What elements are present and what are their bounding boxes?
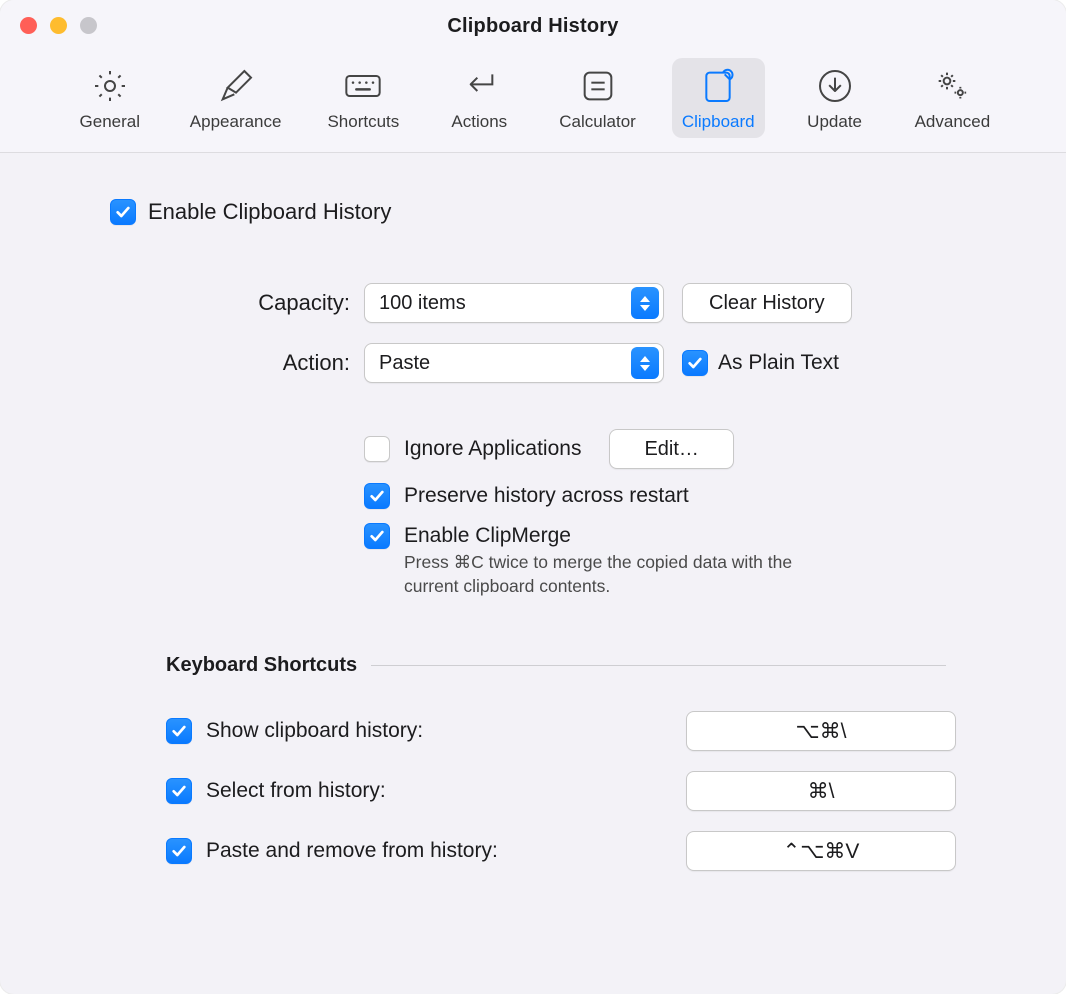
- tab-general[interactable]: General: [66, 58, 154, 138]
- zoom-button[interactable]: [80, 17, 97, 34]
- settings-form: Capacity: 100 items Clear History Action…: [110, 283, 956, 383]
- titlebar: Clipboard History: [0, 0, 1066, 52]
- clear-history-button[interactable]: Clear History: [682, 283, 852, 323]
- action-select[interactable]: Paste: [364, 343, 664, 383]
- keyboard-shortcuts-header: Keyboard Shortcuts: [166, 654, 956, 677]
- shortcut-value: ⌘\: [808, 779, 835, 804]
- preserve-checkbox[interactable]: [364, 483, 390, 509]
- tab-calculator[interactable]: Calculator: [549, 58, 646, 138]
- tab-label: Shortcuts: [327, 112, 399, 132]
- shortcut-show-history: Show clipboard history: ⌥⌘\: [166, 711, 956, 751]
- action-controls: Paste As Plain Text: [364, 343, 956, 383]
- action-value: Paste: [379, 352, 631, 375]
- shortcut-field[interactable]: ⌃⌥⌘V: [686, 831, 956, 871]
- minimize-button[interactable]: [50, 17, 67, 34]
- keyboard-shortcuts-title: Keyboard Shortcuts: [166, 654, 357, 677]
- paintbrush-icon: [214, 66, 258, 106]
- ignore-apps-row: Ignore Applications Edit…: [364, 429, 956, 469]
- shortcut-field[interactable]: ⌥⌘\: [686, 711, 956, 751]
- enable-clipboard-label: Enable Clipboard History: [148, 199, 391, 225]
- clipboard-icon: [696, 66, 740, 106]
- download-icon: [813, 66, 857, 106]
- shortcut-value: ⌃⌥⌘V: [783, 839, 860, 864]
- clipmerge-row: Enable ClipMerge: [364, 523, 956, 549]
- toolbar: General Appearance Shortcuts Actions Cal: [0, 52, 1066, 153]
- capacity-value: 100 items: [379, 292, 631, 315]
- ignore-apps-checkbox[interactable]: [364, 436, 390, 462]
- tab-clipboard[interactable]: Clipboard: [672, 58, 765, 138]
- plain-text-row: As Plain Text: [682, 350, 839, 376]
- tab-advanced[interactable]: Advanced: [905, 58, 1001, 138]
- shortcut-label: Select from history:: [206, 779, 672, 803]
- tab-label: General: [80, 112, 140, 132]
- shortcut-value: ⌥⌘\: [795, 719, 846, 744]
- ignore-apps-label: Ignore Applications: [404, 437, 581, 461]
- gears-icon: [930, 66, 974, 106]
- capacity-label: Capacity:: [150, 290, 350, 316]
- preferences-window: Clipboard History General Appearance Sho…: [0, 0, 1066, 994]
- tab-label: Actions: [451, 112, 507, 132]
- additional-options: Ignore Applications Edit… Preserve histo…: [364, 429, 956, 598]
- equals-icon: [576, 66, 620, 106]
- tab-label: Appearance: [190, 112, 282, 132]
- chevron-up-down-icon: [631, 287, 659, 319]
- shortcut-label: Show clipboard history:: [206, 719, 672, 743]
- plain-text-label: As Plain Text: [718, 351, 839, 375]
- tab-update[interactable]: Update: [791, 58, 879, 138]
- edit-apps-button[interactable]: Edit…: [609, 429, 733, 469]
- plain-text-checkbox[interactable]: [682, 350, 708, 376]
- window-controls: [20, 17, 97, 34]
- capacity-select[interactable]: 100 items: [364, 283, 664, 323]
- keyboard-icon: [341, 66, 385, 106]
- shortcut-select-history: Select from history: ⌘\: [166, 771, 956, 811]
- shortcut-checkbox[interactable]: [166, 718, 192, 744]
- action-label: Action:: [150, 350, 350, 376]
- tab-label: Advanced: [915, 112, 991, 132]
- gear-icon: [88, 66, 132, 106]
- shortcut-paste-remove: Paste and remove from history: ⌃⌥⌘V: [166, 831, 956, 871]
- tab-appearance[interactable]: Appearance: [180, 58, 292, 138]
- clipmerge-label: Enable ClipMerge: [404, 524, 571, 548]
- window-title: Clipboard History: [447, 15, 618, 38]
- shortcut-checkbox[interactable]: [166, 838, 192, 864]
- tab-label: Calculator: [559, 112, 636, 132]
- clipmerge-description: Press ⌘C twice to merge the copied data …: [404, 551, 824, 598]
- tab-label: Clipboard: [682, 112, 755, 132]
- enable-clipboard-checkbox[interactable]: [110, 199, 136, 225]
- keyboard-shortcuts-list: Show clipboard history: ⌥⌘\ Select from …: [166, 711, 956, 871]
- divider: [371, 665, 946, 666]
- chevron-up-down-icon: [631, 347, 659, 379]
- tab-label: Update: [807, 112, 862, 132]
- enable-clipboard-row: Enable Clipboard History: [110, 199, 956, 225]
- return-icon: [457, 66, 501, 106]
- shortcut-field[interactable]: ⌘\: [686, 771, 956, 811]
- shortcut-label: Paste and remove from history:: [206, 839, 672, 863]
- close-button[interactable]: [20, 17, 37, 34]
- clipmerge-checkbox[interactable]: [364, 523, 390, 549]
- capacity-controls: 100 items Clear History: [364, 283, 956, 323]
- tab-actions[interactable]: Actions: [435, 58, 523, 138]
- preserve-label: Preserve history across restart: [404, 484, 689, 508]
- preserve-row: Preserve history across restart: [364, 483, 956, 509]
- tab-shortcuts[interactable]: Shortcuts: [317, 58, 409, 138]
- shortcut-checkbox[interactable]: [166, 778, 192, 804]
- clipmerge-block: Enable ClipMerge Press ⌘C twice to merge…: [364, 523, 956, 598]
- content-area: Enable Clipboard History Capacity: 100 i…: [0, 153, 1066, 994]
